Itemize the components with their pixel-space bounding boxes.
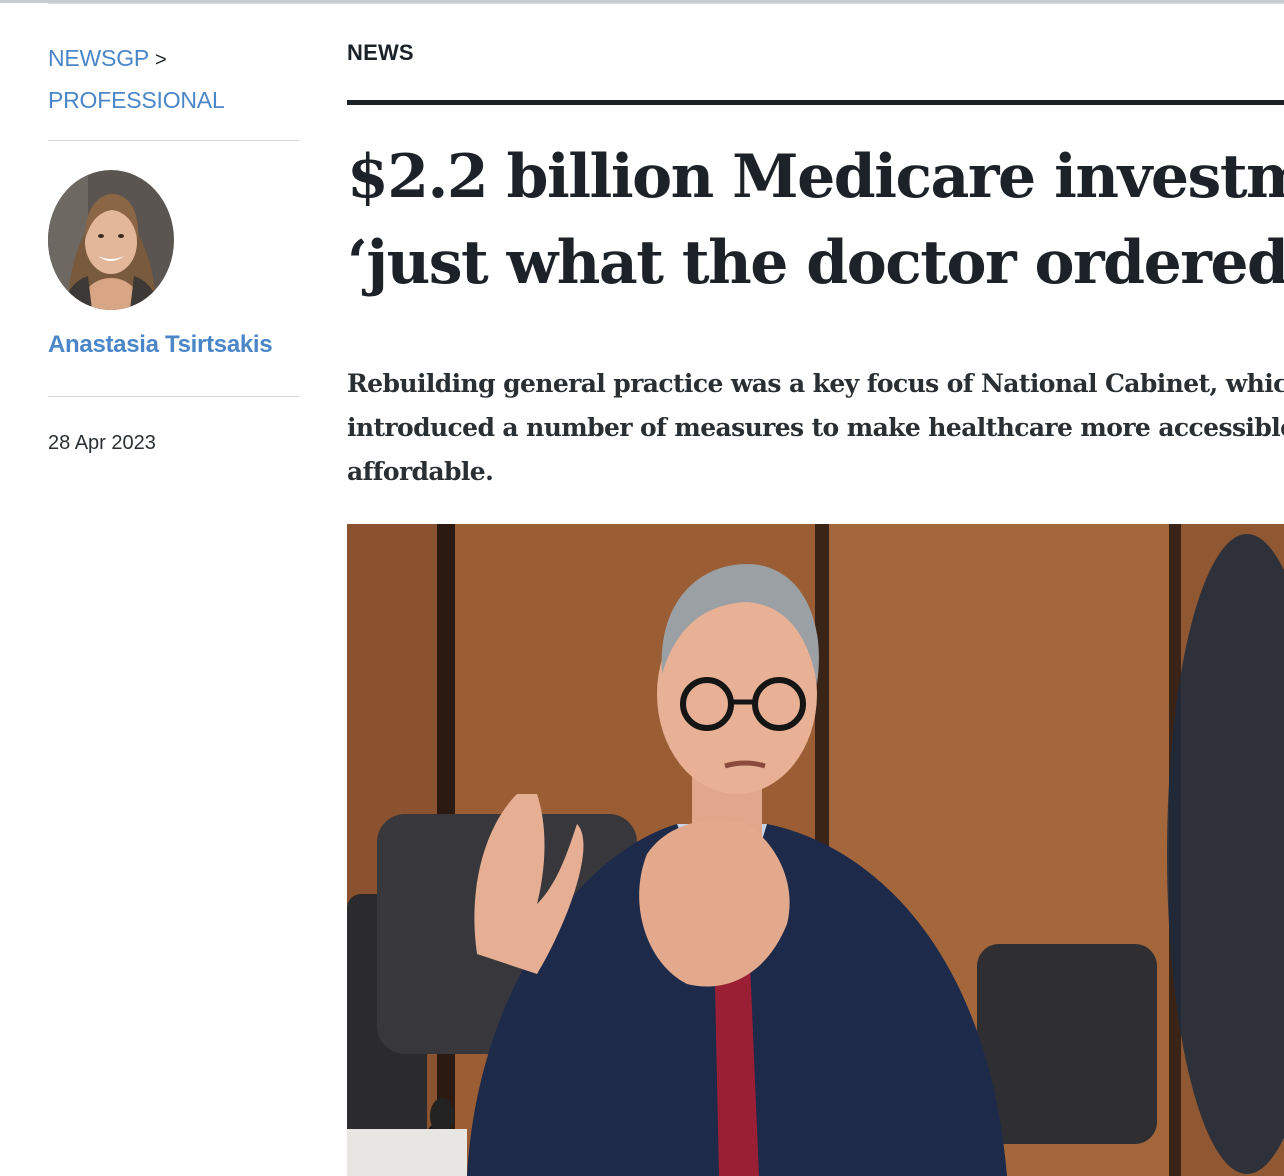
publish-date: 28 Apr 2023 <box>48 432 156 454</box>
standfirst-line-2: introduced a number of measures to make … <box>347 413 1284 442</box>
author-photo <box>48 170 174 310</box>
hero-image <box>347 524 1284 1176</box>
breadcrumb-newsgp-link[interactable]: NEWSGP <box>48 45 149 71</box>
article-standfirst: Rebuilding general practice was a key fo… <box>347 362 1284 494</box>
category-rule <box>347 100 1284 105</box>
standfirst-line-1: Rebuilding general practice was a key fo… <box>347 369 1284 398</box>
author-avatar[interactable] <box>48 170 174 310</box>
headline-line-2: ‘just what the doctor ordered’ <box>347 228 1284 298</box>
headline-line-1: $2.2 billion Medicare investment <box>347 142 1284 212</box>
article-page: NEWSGP > PROFESSIONAL Anastasia Tsirtsak… <box>0 0 1284 1176</box>
hero-photo <box>347 524 1284 1176</box>
article-headline: $2.2 billion Medicare investment ‘just w… <box>347 134 1284 306</box>
sidebar-divider <box>48 140 300 141</box>
breadcrumb-professional-link[interactable]: PROFESSIONAL <box>48 87 225 113</box>
author-name-link[interactable]: Anastasia Tsirtsakis <box>48 331 273 359</box>
top-divider <box>48 3 1284 4</box>
category-label: NEWS <box>347 40 414 65</box>
breadcrumb-separator: > <box>155 49 167 71</box>
standfirst-line-3: affordable. <box>347 457 494 486</box>
breadcrumb: NEWSGP > PROFESSIONAL <box>48 38 225 120</box>
sidebar-divider <box>48 396 300 397</box>
